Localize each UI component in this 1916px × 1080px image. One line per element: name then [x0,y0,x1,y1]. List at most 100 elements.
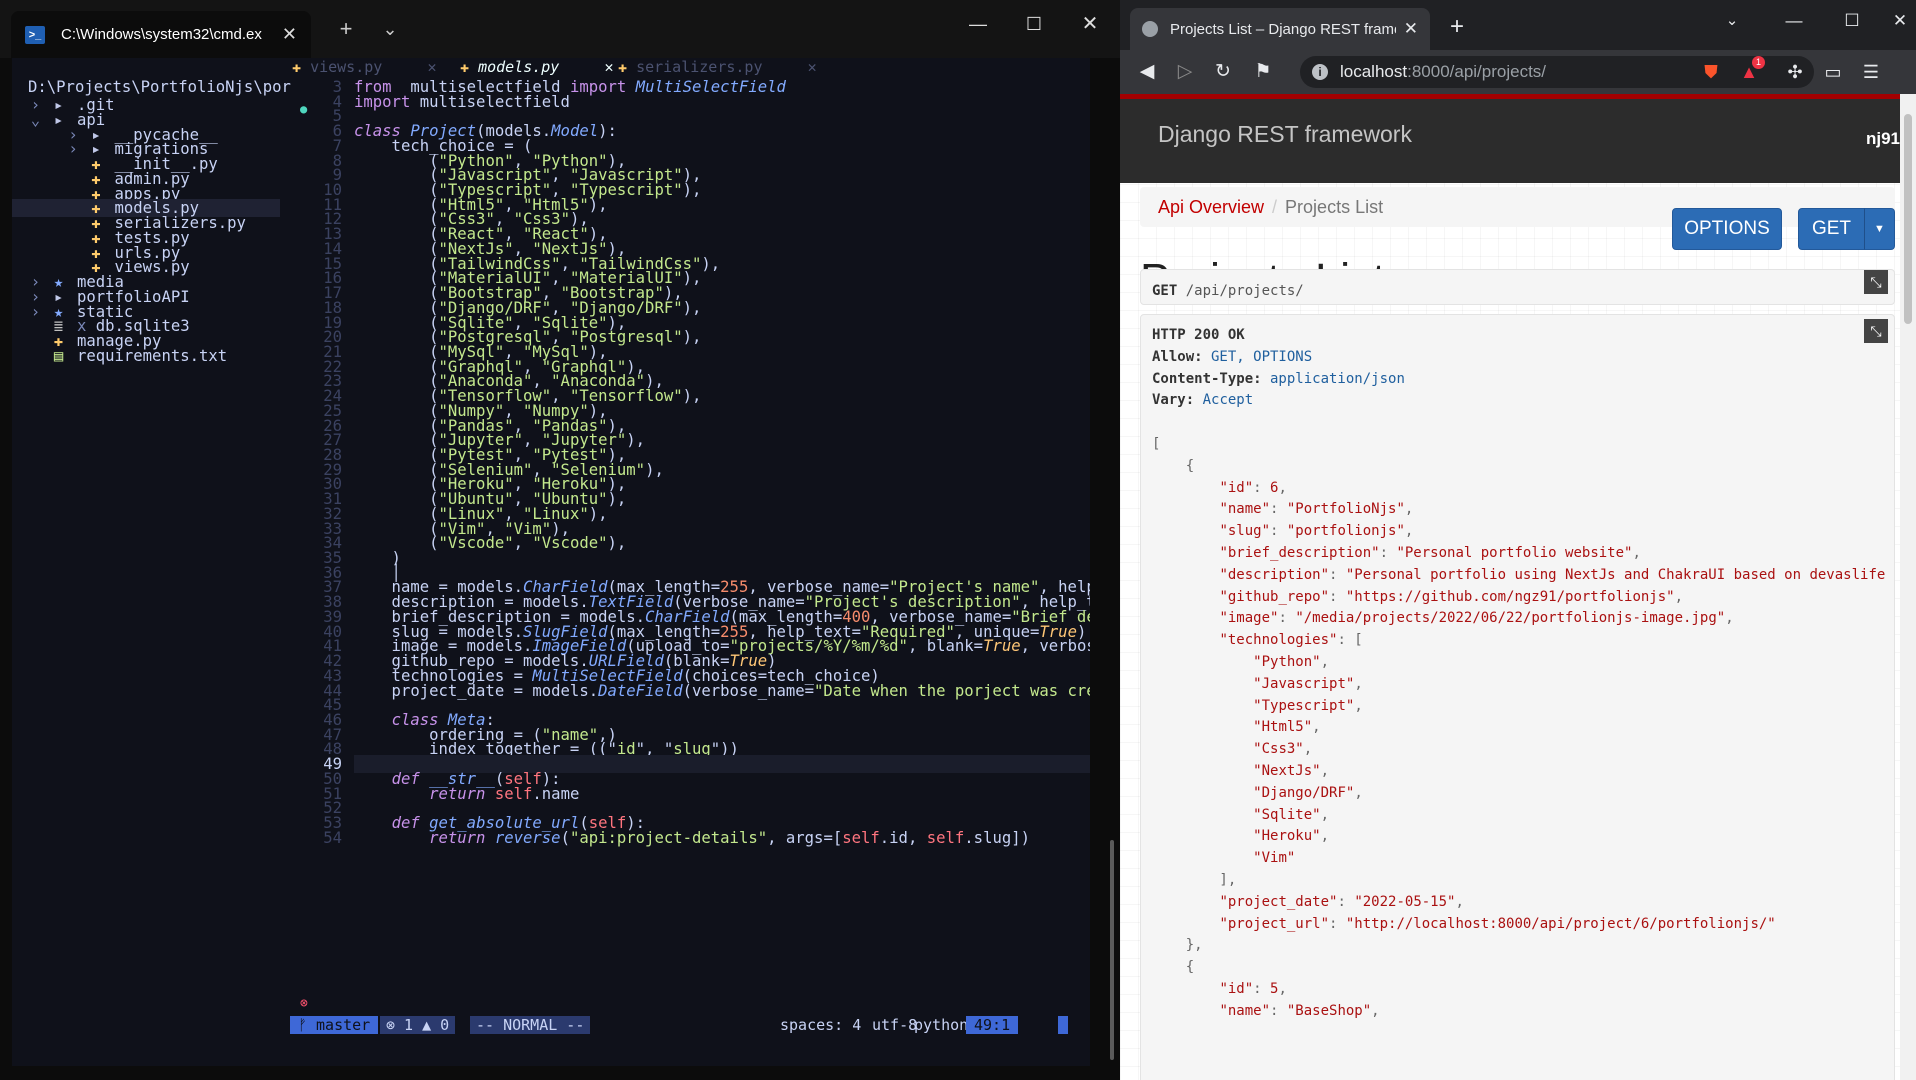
file-tree: D:\Projects\PortfolioNjs\por › ▸ .git ⌄ … [12,58,291,1032]
breadcrumb-link[interactable]: Api Overview [1158,197,1264,217]
bookmark-icon[interactable]: ⚑ [1248,60,1278,84]
json-line: "Css3", [1253,741,1313,758]
wallet-icon[interactable]: ▭ [1818,60,1848,84]
response-header-key: Allow: [1152,348,1203,365]
response-info: ⤡ HTTP 200 OK Allow: GET, OPTIONS Conten… [1140,314,1895,1080]
minimize-button[interactable]: — [1774,10,1814,32]
json-line: "technologies": [ [1219,632,1363,649]
json-line: "Django/DRF", [1253,784,1363,801]
vim-mode: -- NORMAL -- [470,1016,591,1034]
get-format-dropdown[interactable]: ▼ [1864,208,1895,250]
python-file-icon: ✚ [618,58,637,76]
close-button[interactable]: ✕ [1880,10,1916,32]
json-line: "Sqlite", [1253,806,1330,823]
user-menu[interactable]: nj91 [1866,129,1900,149]
json-line: "Python", [1253,653,1330,670]
json-line: "github_repo": "https://github.com/ngz91… [1219,588,1684,605]
editor-tabbar: ✚ views.py ✕ ✚ models.py ✕ ✚ serializers.p… [282,58,1090,78]
editor-pane[interactable]: ✚ views.py ✕ ✚ models.py ✕ ✚ serializers.p… [282,58,1090,1032]
response-header-value: GET, OPTIONS [1211,348,1313,365]
file-tree-item-label: requirements.txt [67,346,228,365]
brave-rewards-icon[interactable]: ▲ 1 [1734,56,1766,84]
globe-icon [1142,21,1158,37]
url-host: localhost [1340,62,1408,81]
minimize-button[interactable]: — [958,12,998,36]
request-path: /api/projects/ [1177,283,1304,299]
drf-brand[interactable]: Django REST framework [1158,121,1412,148]
close-icon[interactable]: ✕ [1404,19,1418,39]
line-number: 54 [323,828,342,847]
page-scrollbar[interactable] [1900,94,1916,1080]
json-line: "project_date": "2022-05-15", [1219,893,1464,910]
editor-tab[interactable]: ✚ serializers.py ✕ [618,58,817,78]
browser-titlebar: Projects List – Django REST frame ✕ + ⌄ … [1120,0,1916,50]
request-info: GET /api/projects/ ⤡ [1140,269,1895,305]
wrap-toggle-icon[interactable]: ⤡ [1864,270,1888,294]
chevron-down-icon[interactable]: ⌄ [1712,10,1752,32]
close-icon[interactable]: ✕ [763,58,817,76]
editor-tab[interactable]: ✚ models.py ✕ [460,58,614,78]
text-file-icon: ▤ [53,346,64,365]
json-line: "NextJs", [1253,762,1330,779]
site-info-icon[interactable]: i [1312,64,1328,80]
request-method: GET [1152,283,1178,299]
json-line: "Typescript", [1253,697,1363,714]
response-header-key: Content-Type: [1152,370,1262,387]
close-icon[interactable]: ✕ [282,24,297,45]
json-line: "Javascript", [1253,675,1363,692]
filetype: python [914,1016,969,1034]
code-line: return reverse("api:project-details", ar… [429,828,1031,847]
breadcrumb-separator: / [1272,197,1278,217]
indent-info: spaces: 4 [780,1016,862,1034]
python-file-icon: ✚ [292,58,311,76]
editor-tab-label: models.py [478,58,560,76]
page-scrollbar-thumb[interactable] [1904,114,1912,324]
maximize-button[interactable]: ☐ [1832,10,1872,32]
editor-tab-label: views.py [310,58,383,76]
back-icon[interactable]: ◀ [1132,60,1162,84]
terminal-window: >_ C:\Windows\system32\cmd.ex ✕ + ⌄ — ☐ … [0,0,1120,1080]
file-tree-item[interactable]: ▤ requirements.txt [12,347,280,365]
url-path: :8000/api/projects/ [1407,62,1547,81]
tab-dropdown-button[interactable]: ⌄ [370,12,410,46]
response-header-value: Accept [1194,392,1254,409]
rewards-badge: 1 [1752,56,1766,69]
close-icon[interactable]: ✕ [382,58,436,76]
terminal-tab[interactable]: >_ C:\Windows\system32\cmd.ex ✕ [11,11,311,58]
json-line: "Vim" [1253,850,1296,867]
diagnostics: ⊗ 1 ▲ 0 [380,1016,456,1034]
drf-page: Django REST framework nj91 Api Overview /… [1120,94,1900,1080]
new-tab-button[interactable]: + [326,12,366,46]
json-line: { [1152,959,1195,976]
browser-toolbar: ◀ ▷ ↻ ⚑ i localhost:8000/api/projects/ ⛊… [1120,50,1916,94]
editor-tab[interactable]: ✚ views.py ✕ [292,58,437,78]
response-header-key: Vary: [1152,392,1195,409]
python-file-icon: ✚ [460,58,479,76]
json-line: }, [1152,937,1203,954]
code-area[interactable]: from multiselectfield import MultiSelect… [354,78,1090,1032]
new-tab-button[interactable]: + [1442,12,1472,42]
git-branch: ᚠ master [290,1016,379,1034]
close-icon[interactable]: ✕ [559,58,613,76]
terminal-tab-title: C:\Windows\system32\cmd.ex [61,26,262,43]
get-button[interactable]: GET [1798,208,1865,250]
json-line: "Html5", [1253,719,1321,736]
error-sign-icon: ⊗ [300,996,308,1011]
browser-tab-title: Projects List – Django REST frame [1170,20,1396,38]
close-button[interactable]: ✕ [1070,12,1110,36]
drf-navbar: Django REST framework nj91 [1120,94,1900,183]
forward-icon[interactable]: ▷ [1170,60,1200,84]
json-line: [ [1152,435,1161,452]
menu-icon[interactable]: ☰ [1856,60,1886,84]
reload-icon[interactable]: ↻ [1208,60,1238,84]
maximize-button[interactable]: ☐ [1014,12,1054,36]
options-button[interactable]: OPTIONS [1672,208,1782,250]
browser-tab[interactable]: Projects List – Django REST frame ✕ [1130,8,1430,50]
brave-shield-icon[interactable]: ⛊ [1696,60,1726,84]
json-line: "name": "BaseShop", [1219,1002,1380,1019]
extensions-icon[interactable]: ✣ [1780,60,1810,84]
json-line: "id": 5, [1219,980,1287,997]
editor-tab-label: serializers.py [636,58,763,76]
terminal-scrollbar[interactable] [1110,840,1114,1060]
